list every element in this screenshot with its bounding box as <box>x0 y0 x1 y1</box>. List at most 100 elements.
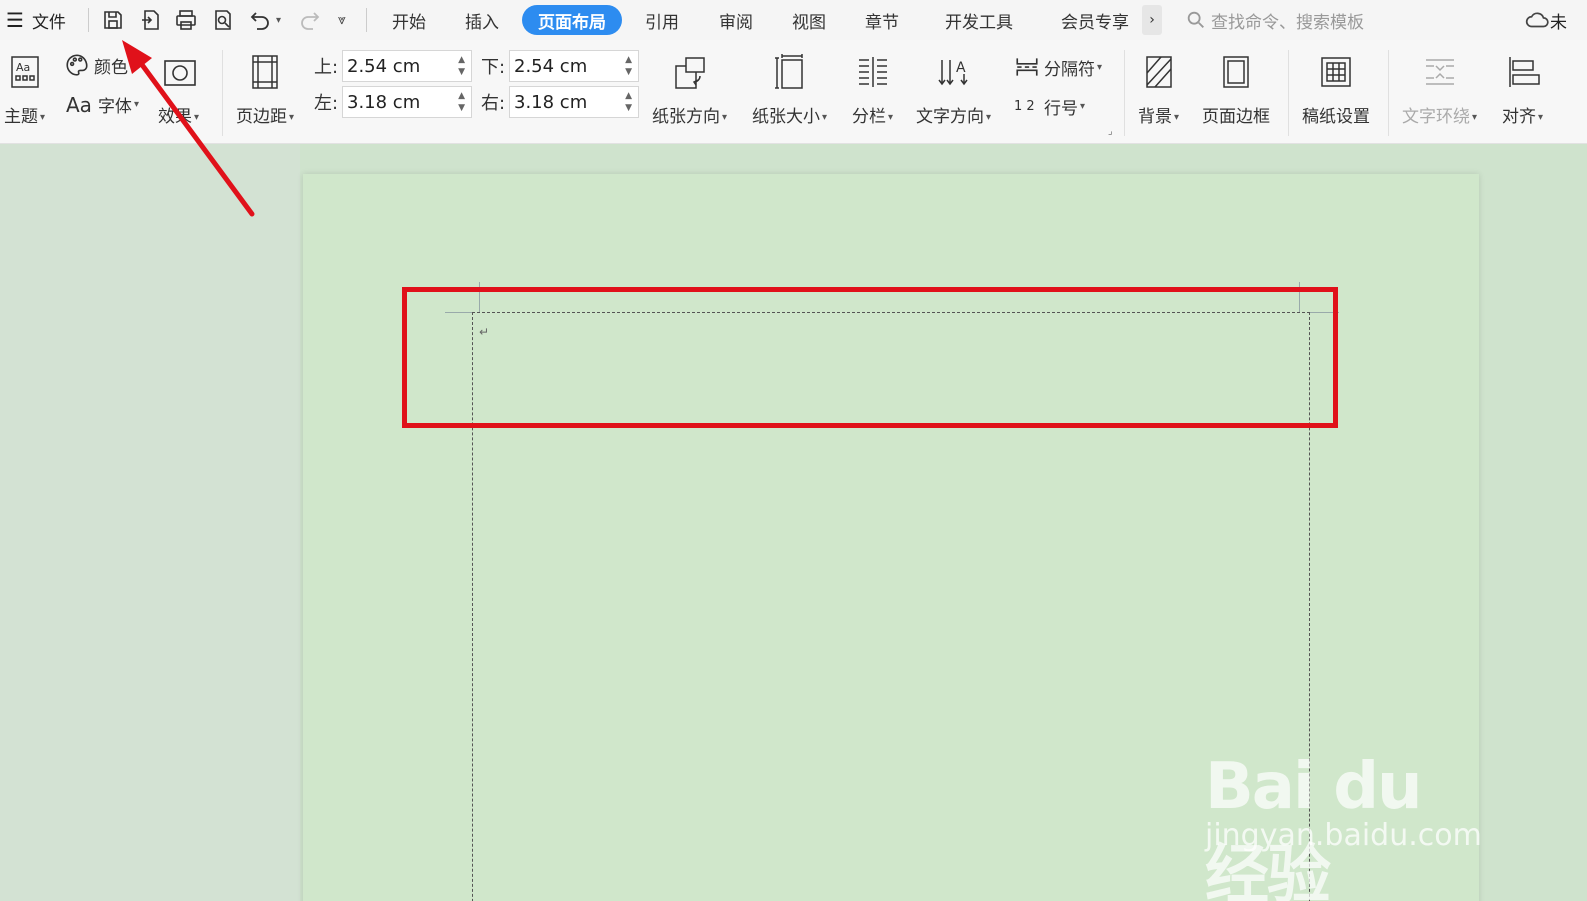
search-placeholder: 查找命令、搜索模板 <box>1211 12 1364 33</box>
columns-icon <box>853 52 893 92</box>
tab-view[interactable]: 视图 <box>782 5 836 35</box>
background-label: 背景 <box>1138 107 1172 127</box>
manuscript-label: 稿纸设置 <box>1302 107 1370 127</box>
margin-top-value[interactable]: 2.54 cm <box>347 56 420 77</box>
tab-review[interactable]: 审阅 <box>709 5 763 35</box>
manuscript-settings-button[interactable]: 稿纸设置 <box>1302 52 1370 127</box>
margins-icon <box>245 52 285 92</box>
separator-label: 分隔符 <box>1044 59 1095 80</box>
text-wrap-label: 文字环绕 <box>1402 107 1470 127</box>
paper-size-button[interactable]: 纸张大小 ▾ <box>752 52 827 127</box>
line-number-icon: 1 2 <box>1014 98 1035 114</box>
background-icon <box>1139 52 1179 92</box>
tab-page-layout[interactable]: 页面布局 <box>522 5 622 35</box>
margin-bottom-value[interactable]: 2.54 cm <box>514 56 587 77</box>
margin-right-field[interactable]: 右: 3.18 cm ▲ ▼ <box>481 86 639 118</box>
margin-bottom-stepper[interactable]: ▲ ▼ <box>625 54 632 78</box>
line-number-label: 行号 <box>1044 99 1078 119</box>
page-setup-launcher-icon[interactable]: ⌟ <box>1108 126 1113 137</box>
margin-top-field[interactable]: 上: 2.54 cm ▲ ▼ <box>314 50 472 82</box>
watermark-url: jingyan.baidu.com <box>1205 818 1482 853</box>
cloud-sync[interactable]: 未 <box>1524 0 1567 40</box>
print-icon[interactable] <box>170 4 202 36</box>
columns-button[interactable]: 分栏 ▾ <box>852 52 893 127</box>
effects-button[interactable]: 效果 ▾ <box>158 52 199 127</box>
divider <box>88 8 89 32</box>
margin-right-value[interactable]: 3.18 cm <box>514 92 587 113</box>
tab-references[interactable]: 引用 <box>635 5 689 35</box>
svg-text:A: A <box>956 60 966 76</box>
margin-top-label: 上: <box>314 57 339 78</box>
theme-label: 主题 <box>4 107 38 127</box>
undo-dropdown-icon[interactable]: ▾ <box>276 0 281 40</box>
margin-left-stepper[interactable]: ▲ ▼ <box>458 90 465 114</box>
columns-label: 分栏 <box>852 107 886 127</box>
print-preview-icon[interactable] <box>207 4 239 36</box>
watermark: Bai du 经验 jingyan.baidu.com <box>1200 720 1500 901</box>
customize-toolbar-icon[interactable]: ⩔ <box>338 0 346 40</box>
tab-insert[interactable]: 插入 <box>455 5 509 35</box>
margin-left-value[interactable]: 3.18 cm <box>347 92 420 113</box>
export-pdf-icon[interactable] <box>135 4 167 36</box>
orientation-button[interactable]: 纸张方向 ▾ <box>652 52 727 127</box>
menu-bar: ☰ 文件 ▾ ⩔ 开始 插入 页面布局 引用 审阅 视图 章节 开发工具 会员专… <box>0 0 1587 40</box>
margin-right-stepper[interactable]: ▲ ▼ <box>625 90 632 114</box>
tab-developer[interactable]: 开发工具 <box>934 5 1024 35</box>
page-border-icon <box>1216 52 1256 92</box>
undo-icon[interactable] <box>244 4 276 36</box>
tab-start[interactable]: 开始 <box>382 5 436 35</box>
save-icon[interactable] <box>97 4 129 36</box>
margin-bottom-label: 下: <box>481 57 506 78</box>
text-wrap-icon <box>1420 52 1460 92</box>
ribbon-toolbar: Aa 主题 ▾ 颜色 Aa 字体 ▾ 效果 ▾ 页边距 ▾ 上: 2.54 cm ▲ ▼ 下… <box>0 40 1587 144</box>
separator-icon <box>1016 58 1038 76</box>
text-wrap-button[interactable]: 文字环绕 ▾ <box>1402 52 1477 127</box>
margins-button[interactable]: 页边距 ▾ <box>236 52 294 127</box>
more-tabs-button[interactable]: › <box>1142 5 1162 35</box>
search-input[interactable]: 查找命令、搜索模板 <box>1185 4 1505 36</box>
margin-top-stepper[interactable]: ▲ ▼ <box>458 54 465 78</box>
search-icon <box>1187 11 1204 28</box>
align-button[interactable]: 对齐 ▾ <box>1502 52 1543 127</box>
divider <box>222 50 223 136</box>
orientation-icon <box>670 52 710 92</box>
file-menu-label: 文件 <box>31 12 66 33</box>
line-number-button[interactable]: 1 2 行号 ▾ <box>1014 94 1085 119</box>
theme-icon: Aa <box>5 52 45 92</box>
divider <box>1388 50 1389 136</box>
page-border-label: 页面边框 <box>1202 107 1270 127</box>
fonts-icon: Aa <box>66 92 92 117</box>
colors-button[interactable]: 颜色 <box>64 52 128 78</box>
text-direction-label: 文字方向 <box>916 107 984 127</box>
theme-button[interactable]: Aa 主题 ▾ <box>4 52 45 127</box>
orientation-label: 纸张方向 <box>652 107 720 127</box>
divider <box>366 8 367 32</box>
manuscript-icon <box>1316 52 1356 92</box>
fonts-button[interactable]: Aa 字体 ▾ <box>66 92 139 118</box>
tab-member[interactable]: 会员专享 <box>1050 5 1140 35</box>
tab-chapter[interactable]: 章节 <box>855 5 909 35</box>
text-direction-icon: A <box>934 52 974 92</box>
margin-bottom-field[interactable]: 下: 2.54 cm ▲ ▼ <box>481 50 639 82</box>
file-menu[interactable]: ☰ 文件 <box>6 0 66 40</box>
align-label: 对齐 <box>1502 107 1536 127</box>
align-icon <box>1503 52 1543 92</box>
cloud-icon <box>1525 12 1549 28</box>
paper-size-icon <box>770 52 810 92</box>
paper-size-label: 纸张大小 <box>752 107 820 127</box>
text-direction-button[interactable]: A 文字方向 ▾ <box>916 52 991 127</box>
hamburger-icon: ☰ <box>6 8 24 32</box>
colors-label: 颜色 <box>94 57 128 78</box>
fonts-label: 字体 <box>97 97 132 117</box>
divider <box>1124 50 1125 136</box>
margins-label: 页边距 <box>236 107 287 127</box>
separator-button[interactable]: 分隔符 ▾ <box>1014 54 1102 80</box>
redo-icon[interactable] <box>294 4 326 36</box>
divider <box>1288 50 1289 136</box>
margin-left-field[interactable]: 左: 3.18 cm ▲ ▼ <box>314 86 472 118</box>
highlight-annotation-box <box>402 287 1338 428</box>
palette-icon <box>66 54 88 76</box>
background-button[interactable]: 背景 ▾ <box>1138 52 1179 127</box>
page-border-button[interactable]: 页面边框 <box>1202 52 1270 127</box>
margin-right-label: 右: <box>481 93 506 114</box>
